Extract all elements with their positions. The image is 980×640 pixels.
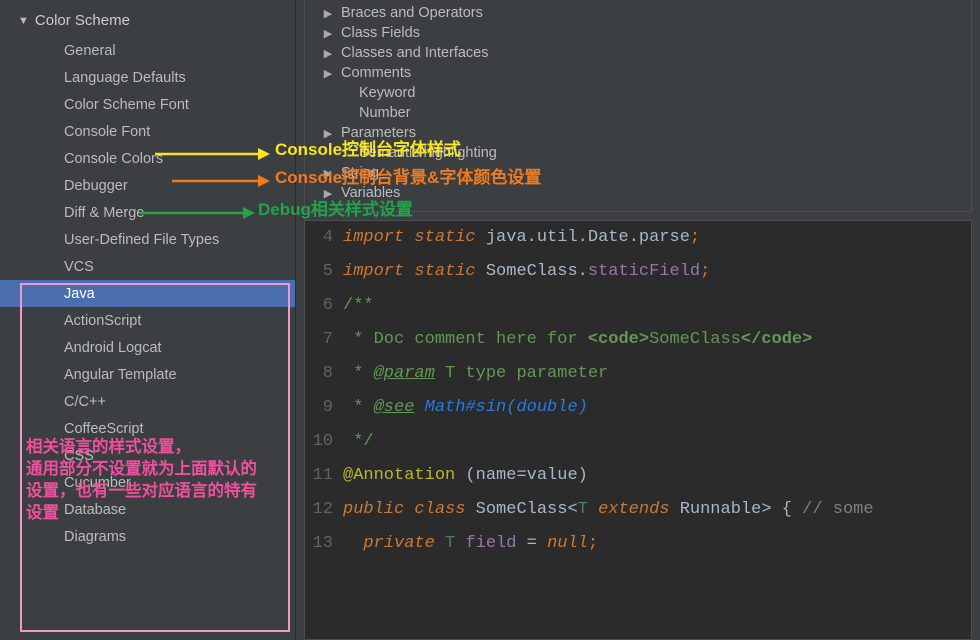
- settings-sidebar: ▼ Color Scheme GeneralLanguage DefaultsC…: [0, 0, 296, 640]
- gutter-line: 6: [305, 289, 343, 323]
- expand-icon: ▶: [319, 127, 337, 140]
- tree-item-variables[interactable]: ▶ Variables: [319, 183, 957, 203]
- gutter-line: 10: [305, 425, 343, 459]
- sidebar-item-general[interactable]: General: [0, 37, 295, 64]
- tree-item-class-fields[interactable]: ▶ Class Fields: [319, 23, 957, 43]
- expand-icon: ▶: [319, 67, 337, 80]
- tree-item-classes-and-interfaces[interactable]: ▶ Classes and Interfaces: [319, 43, 957, 63]
- arrow-green: [140, 207, 255, 219]
- tree-item-number[interactable]: Number: [319, 103, 957, 123]
- tree-item-label: Classes and Interfaces: [341, 45, 489, 61]
- gutter-line: 7: [305, 323, 343, 357]
- gutter-line: 11: [305, 459, 343, 493]
- expand-icon: ▶: [319, 187, 337, 200]
- tree-item-label: Annotations: [341, 0, 418, 1]
- detail-pane: ▶ Annotations ▶ Braces and Operators ▶ Class …: [296, 0, 980, 640]
- tree-item-parameters[interactable]: ▶ Parameters: [319, 123, 957, 143]
- gutter-line: 8: [305, 357, 343, 391]
- gutter-line: 13: [305, 527, 343, 561]
- expand-icon: ▶: [319, 7, 337, 20]
- sidebar-item-vcs[interactable]: VCS: [0, 253, 295, 280]
- arrow-yellow: [155, 148, 270, 160]
- gutter-line: 4: [305, 221, 343, 255]
- tree-item-semantic-highlighting[interactable]: Semantic highlighting: [319, 143, 957, 163]
- tree-item-string[interactable]: ▶ String: [319, 163, 957, 183]
- tree-item-label: Number: [359, 105, 411, 121]
- attribute-tree[interactable]: ▶ Annotations ▶ Braces and Operators ▶ Class …: [304, 0, 972, 212]
- sidebar-item-console-font[interactable]: Console Font: [0, 118, 295, 145]
- code-preview: 4import static java.util.Date.parse; 5im…: [304, 220, 972, 640]
- sidebar-section-header[interactable]: ▼ Color Scheme: [0, 8, 295, 37]
- tree-item-keyword[interactable]: Keyword: [319, 83, 957, 103]
- sidebar-item-user-defined-file-types[interactable]: User-Defined File Types: [0, 226, 295, 253]
- gutter-line: 12: [305, 493, 343, 527]
- arrow-orange: [172, 175, 270, 187]
- gutter-line: 5: [305, 255, 343, 289]
- tree-item-braces-and-operators[interactable]: ▶ Braces and Operators: [319, 3, 957, 23]
- annotation-box: [20, 283, 290, 632]
- tree-item-label: Comments: [341, 65, 411, 81]
- expand-icon: ▶: [319, 167, 337, 180]
- tree-item-label: Parameters: [341, 125, 416, 141]
- expand-icon: ▶: [319, 27, 337, 40]
- collapse-icon: ▼: [18, 15, 29, 27]
- sidebar-item-color-scheme-font[interactable]: Color Scheme Font: [0, 91, 295, 118]
- gutter-line: 9: [305, 391, 343, 425]
- tree-item-label: Braces and Operators: [341, 5, 483, 21]
- tree-item-label: Class Fields: [341, 25, 420, 41]
- tree-item-label: Semantic highlighting: [359, 145, 497, 161]
- tree-item-comments[interactable]: ▶ Comments: [319, 63, 957, 83]
- tree-item-label: Variables: [341, 185, 400, 201]
- sidebar-item-language-defaults[interactable]: Language Defaults: [0, 64, 295, 91]
- section-title: Color Scheme: [35, 12, 130, 29]
- expand-icon: ▶: [319, 47, 337, 60]
- tree-item-label: Keyword: [359, 85, 415, 101]
- tree-item-label: String: [341, 165, 379, 181]
